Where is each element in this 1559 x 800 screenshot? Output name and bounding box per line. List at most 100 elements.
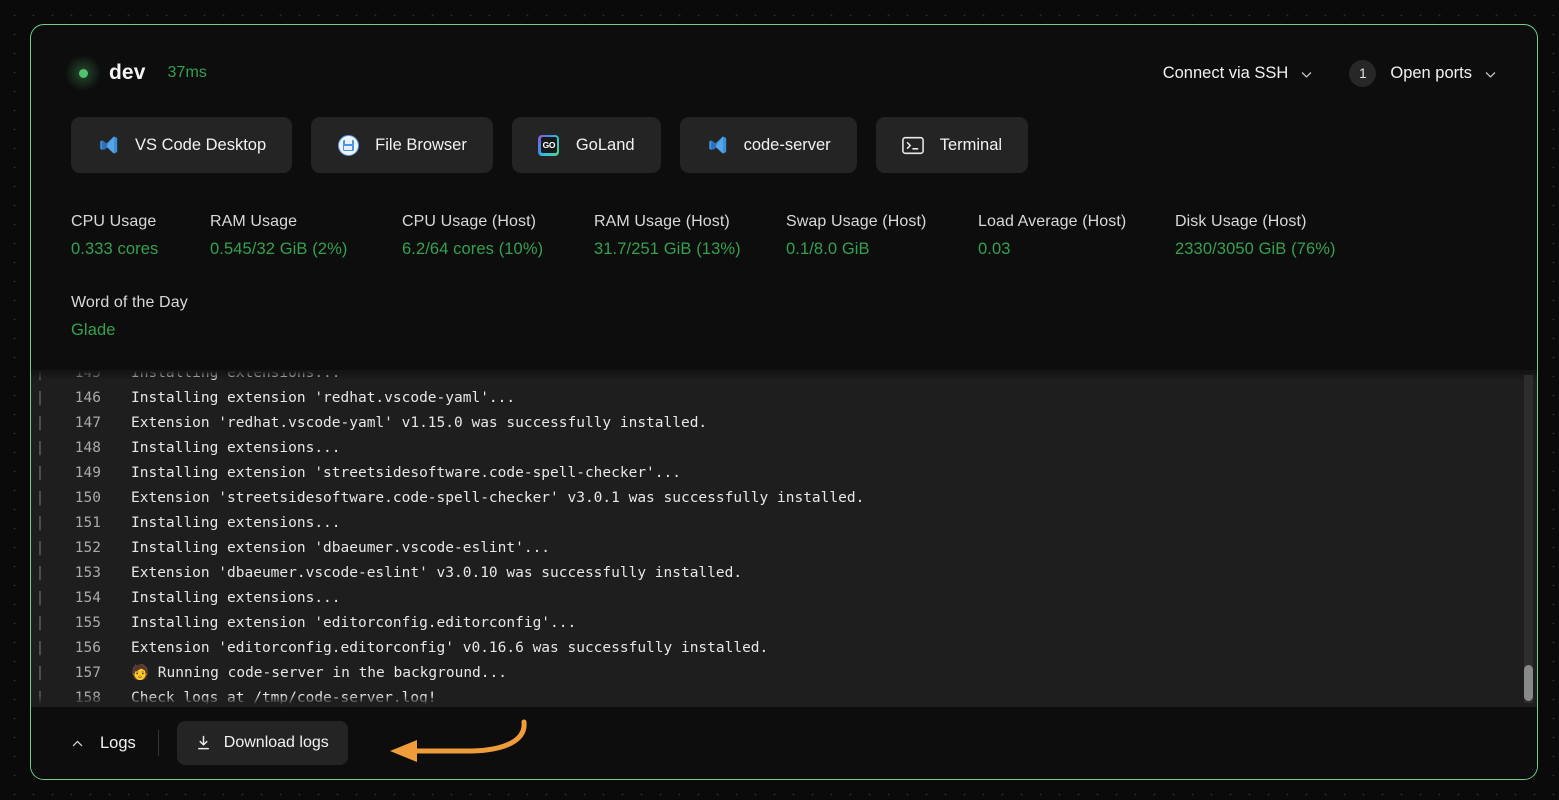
log-line-number: 156	[74, 640, 101, 656]
vscode-icon	[97, 134, 119, 156]
metric-label: CPU Usage (Host)	[402, 213, 537, 230]
metric-disk-usage-host: Disk Usage (Host) 2330/3050 GiB (76%)	[1175, 213, 1375, 259]
metric-value: 2330/3050 GiB (76%)	[1175, 240, 1336, 258]
log-line-number: 158	[74, 690, 101, 706]
app-buttons-row: VS Code Desktop File Browser GO GoLand c…	[71, 117, 1497, 173]
logs-viewport[interactable]: | 145 Installing extensions... | 146 Installi…	[31, 370, 1537, 707]
log-line-number: 153	[74, 565, 101, 581]
log-gutter-bar-icon: |	[35, 390, 45, 406]
log-line-text: Extension 'redhat.vscode-yaml' v1.15.0 w…	[131, 415, 708, 431]
log-line: | 154 Installing extensions...	[31, 586, 1537, 611]
metric-label: Load Average (Host)	[978, 213, 1127, 230]
logs-toggle-label: Logs	[100, 733, 136, 752]
log-line-text: Installing extensions...	[131, 370, 341, 381]
connect-via-ssh-button[interactable]: Connect via SSH	[1163, 64, 1314, 83]
log-line: | 147 Extension 'redhat.vscode-yaml' v1.15…	[31, 411, 1537, 436]
metric-value: 0.03	[978, 240, 1011, 258]
word-of-the-day-label: Word of the Day	[71, 294, 188, 311]
metric-value: 0.333 cores	[71, 240, 159, 258]
word-of-the-day: Word of the Day Glade	[71, 294, 1497, 340]
logs-footer-bar: Logs Download logs	[31, 707, 1537, 779]
log-line-number: 152	[74, 540, 101, 556]
log-line-number: 145	[74, 370, 101, 381]
goland-icon: GO	[538, 134, 560, 156]
log-line-number: 148	[74, 440, 101, 456]
metric-load-average-host: Load Average (Host) 0.03	[978, 213, 1175, 259]
log-line-text: Installing extensions...	[131, 590, 341, 606]
log-line-number: 149	[74, 465, 101, 481]
app-button-label: VS Code Desktop	[135, 135, 267, 154]
log-line: | 151 Installing extensions...	[31, 511, 1537, 536]
log-gutter-bar-icon: |	[35, 565, 45, 581]
log-line: | 152 Installing extension 'dbaeumer.vscod…	[31, 536, 1537, 561]
metric-label: RAM Usage (Host)	[594, 213, 730, 230]
log-gutter-bar-icon: |	[35, 590, 45, 606]
metric-label: Disk Usage (Host)	[1175, 213, 1307, 230]
log-line-number: 151	[74, 515, 101, 531]
card-header-section: dev 37ms Connect via SSH 1 Open ports VS…	[31, 25, 1537, 370]
metric-swap-usage-host: Swap Usage (Host) 0.1/8.0 GiB	[786, 213, 978, 259]
logs-scrollbar[interactable]	[1524, 375, 1533, 703]
terminal-icon	[901, 134, 924, 156]
metric-value: 6.2/64 cores (10%)	[402, 240, 544, 258]
log-line: | 149 Installing extension 'streetsidesoft…	[31, 461, 1537, 486]
file-browser-icon	[337, 134, 359, 156]
chevron-down-icon	[1300, 67, 1313, 80]
metric-label: Swap Usage (Host)	[786, 213, 927, 230]
log-line-text: 🧑 Running code-server in the background.…	[131, 665, 507, 681]
log-line-number: 150	[74, 490, 101, 506]
workspace-latency: 37ms	[167, 64, 208, 81]
app-button-code-server[interactable]: code-server	[679, 117, 857, 173]
app-button-label: File Browser	[375, 135, 467, 154]
log-line-text: Installing extensions...	[131, 515, 341, 531]
open-ports-count-badge: 1	[1349, 59, 1377, 87]
metric-ram-usage-host: RAM Usage (Host) 31.7/251 GiB (13%)	[594, 213, 786, 259]
caret-up-icon	[71, 737, 84, 750]
log-line-text: Check logs at /tmp/code-server.log!	[131, 690, 437, 706]
vscode-icon	[706, 134, 728, 156]
log-line: | 156 Extension 'editorconfig.editorconfig…	[31, 636, 1537, 661]
footer-divider	[157, 730, 159, 756]
download-logs-button[interactable]: Download logs	[176, 721, 348, 765]
curved-arrow-left-icon	[376, 710, 551, 776]
log-line: | 158 Check logs at /tmp/code-server.log!	[31, 686, 1537, 707]
metric-value: 31.7/251 GiB (13%)	[594, 240, 741, 258]
metric-label: CPU Usage	[71, 213, 157, 230]
log-line-number: 146	[74, 390, 101, 406]
metric-value: 0.1/8.0 GiB	[786, 240, 870, 258]
log-gutter-bar-icon: |	[35, 665, 45, 681]
chevron-down-icon	[1484, 67, 1497, 80]
open-ports-label: Open ports	[1390, 63, 1472, 82]
log-line: | 153 Extension 'dbaeumer.vscode-eslint' v…	[31, 561, 1537, 586]
log-gutter-bar-icon: |	[35, 615, 45, 631]
log-line-text: Installing extensions...	[131, 440, 341, 456]
app-button-file-browser[interactable]: File Browser	[311, 117, 493, 173]
logs-collapse-toggle[interactable]: Logs	[71, 734, 140, 753]
metrics-row: CPU Usage 0.333 cores RAM Usage 0.545/32…	[71, 213, 1497, 259]
download-icon	[196, 735, 211, 751]
log-gutter-bar-icon: |	[35, 690, 45, 706]
log-gutter-bar-icon: |	[35, 515, 45, 531]
log-line-text: Installing extension 'editorconfig.edito…	[131, 615, 577, 631]
log-gutter-bar-icon: |	[35, 640, 45, 656]
connect-via-ssh-label: Connect via SSH	[1162, 63, 1289, 82]
logs-scrollbar-thumb[interactable]	[1524, 665, 1533, 701]
app-button-terminal[interactable]: Terminal	[875, 117, 1029, 173]
log-line: | 157 🧑 Running code-server in the backgro…	[31, 661, 1537, 686]
workspace-card: dev 37ms Connect via SSH 1 Open ports VS…	[30, 24, 1538, 780]
app-button-goland[interactable]: GO GoLand	[511, 117, 661, 173]
app-button-vs-code-desktop[interactable]: VS Code Desktop	[71, 117, 293, 173]
metric-cpu-usage: CPU Usage 0.333 cores	[71, 213, 210, 259]
log-line-text: Installing extension 'streetsidesoftware…	[131, 465, 681, 481]
log-line-number: 157	[74, 665, 101, 681]
log-line: | 155 Installing extension 'editorconfig.e…	[31, 611, 1537, 636]
log-line-text: Installing extension 'redhat.vscode-yaml…	[131, 390, 516, 406]
log-line-text: Extension 'dbaeumer.vscode-eslint' v3.0.…	[131, 565, 743, 581]
log-gutter-bar-icon: |	[35, 440, 45, 456]
log-gutter-bar-icon: |	[35, 490, 45, 506]
metric-value: 0.545/32 GiB (2%)	[210, 240, 348, 258]
open-ports-button[interactable]: 1 Open ports	[1349, 59, 1497, 87]
logs-content: | 145 Installing extensions... | 146 Installi…	[31, 370, 1537, 707]
app-button-label: GoLand	[575, 135, 635, 154]
download-logs-label: Download logs	[223, 734, 329, 751]
